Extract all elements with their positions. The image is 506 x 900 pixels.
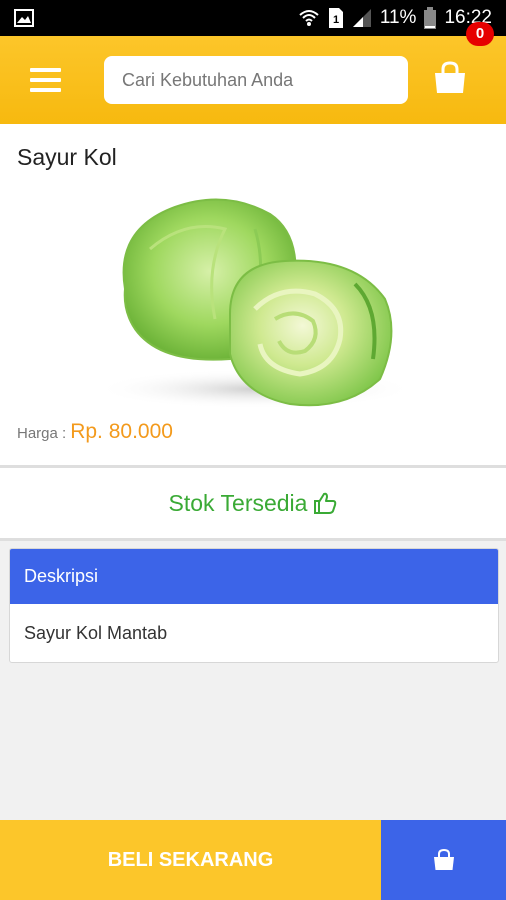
shopping-bag-icon[interactable] — [432, 60, 468, 96]
battery-percent: 11% — [379, 7, 417, 28]
shopping-bag-icon — [433, 848, 454, 870]
wifi-icon — [298, 7, 320, 29]
price-row: Harga : Rp. 80.000 — [17, 420, 173, 444]
battery-icon — [424, 7, 437, 29]
sim-label: 1 — [333, 14, 339, 26]
description-body: Sayur Kol Mantab — [24, 623, 168, 643]
app-header — [0, 36, 506, 124]
menu-icon[interactable] — [30, 68, 61, 92]
status-bar: 1 11% 16:22 — [0, 0, 506, 36]
price-value: Rp. 80.000 — [70, 420, 173, 443]
product-panel: Sayur Kol Harga: Rp. 80.000 — [0, 124, 506, 465]
cart-count-badge: 0 — [466, 22, 494, 46]
description-card: Deskripsi Sayur Kol Mantab — [9, 548, 499, 663]
cabbage-photo — [55, 189, 453, 414]
sim-icon: 1 — [328, 7, 344, 29]
search-input[interactable] — [104, 56, 408, 104]
price-label: Harga : — [17, 425, 67, 442]
product-title: Sayur Kol — [17, 144, 117, 170]
gallery-icon — [14, 9, 34, 27]
buy-now-button[interactable]: BELI SEKARANG — [0, 820, 381, 900]
description-header: Deskripsi — [10, 549, 498, 604]
stock-text: Stok Tersedia — [168, 489, 308, 516]
signal-icon — [352, 8, 372, 28]
divider — [0, 538, 506, 541]
stock-status: Stok Tersedia — [0, 468, 506, 538]
thumbs-up-icon — [314, 492, 337, 514]
add-to-cart-button[interactable] — [381, 820, 506, 900]
